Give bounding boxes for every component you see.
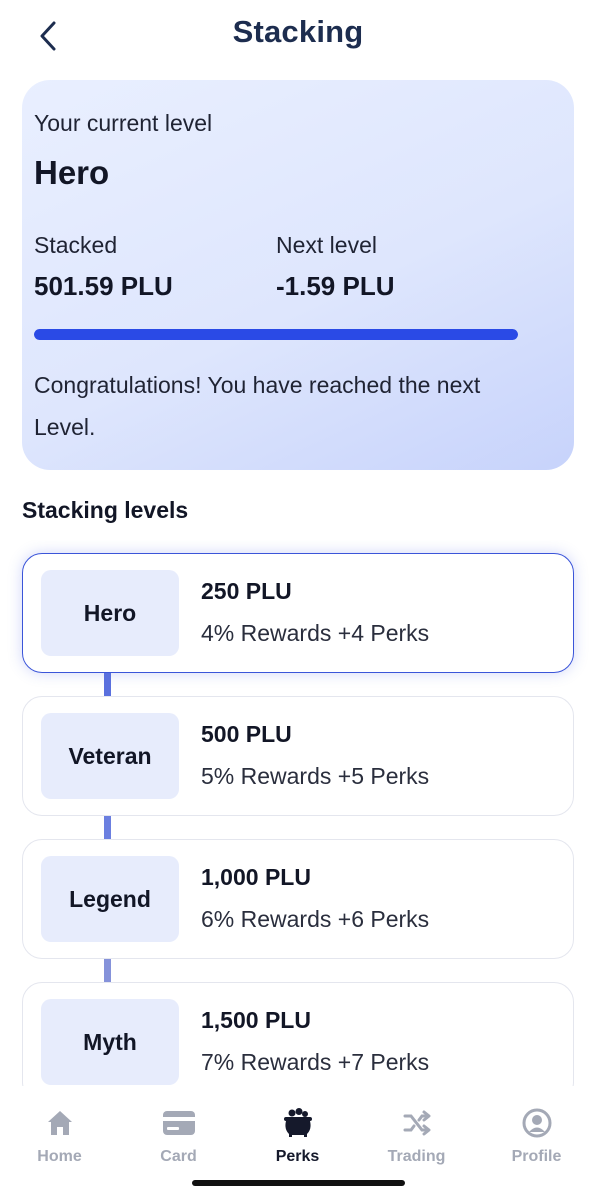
- tab-trading[interactable]: Trading: [357, 1106, 476, 1166]
- level-row-legend[interactable]: Legend 1,000 PLU 6% Rewards +6 Perks: [22, 839, 574, 959]
- level-badge: Legend: [41, 856, 179, 942]
- tab-home[interactable]: Home: [0, 1106, 119, 1166]
- level-badge: Myth: [41, 999, 179, 1085]
- stacked-value: 501.59 PLU: [34, 271, 173, 301]
- level-progress-bar: [34, 329, 518, 340]
- current-level-caption: Your current level: [34, 110, 213, 136]
- stacking-levels-list: Hero 250 PLU 4% Rewards +4 Perks Veteran…: [0, 540, 596, 1086]
- level-rewards: 7% Rewards +7 Perks: [201, 1049, 430, 1075]
- stacked-block: Stacked 501.59 PLU: [34, 232, 173, 302]
- level-amount: 250 PLU: [201, 578, 292, 604]
- level-rewards: 4% Rewards +4 Perks: [201, 620, 430, 646]
- tab-label: Trading: [387, 1148, 446, 1165]
- congratulations-message: Congratulations! You have reached the ne…: [34, 372, 481, 440]
- level-amount: 1,000 PLU: [201, 864, 311, 890]
- home-indicator: [192, 1180, 405, 1186]
- home-icon: [47, 1111, 72, 1135]
- tab-profile[interactable]: Profile: [477, 1106, 596, 1166]
- level-progress-fill: [34, 329, 518, 340]
- level-badge: Hero: [41, 570, 179, 656]
- level-badge: Veteran: [41, 713, 179, 799]
- tab-label: Perks: [275, 1148, 320, 1165]
- next-level-value: -1.59 PLU: [276, 271, 395, 301]
- tab-label: Profile: [511, 1148, 562, 1165]
- current-level-name: Hero: [34, 154, 110, 191]
- level-row-hero[interactable]: Hero 250 PLU 4% Rewards +4 Perks: [22, 553, 574, 673]
- header: Stacking: [0, 0, 596, 72]
- tab-label: Home: [37, 1148, 82, 1165]
- level-amount: 1,500 PLU: [201, 1007, 311, 1033]
- page-title: Stacking: [232, 14, 364, 49]
- level-row-myth[interactable]: Myth 1,500 PLU 7% Rewards +7 Perks: [22, 982, 574, 1086]
- tab-label: Card: [160, 1148, 197, 1165]
- level-rewards: 6% Rewards +6 Perks: [201, 906, 430, 932]
- tab-perks[interactable]: Perks: [238, 1106, 357, 1166]
- profile-icon: [522, 1108, 551, 1138]
- stacked-label: Stacked: [34, 232, 118, 258]
- tab-card[interactable]: Card: [119, 1106, 238, 1166]
- shuffle-icon: [403, 1110, 430, 1136]
- level-row-veteran[interactable]: Veteran 500 PLU 5% Rewards +5 Perks: [22, 696, 574, 816]
- perks-pot-icon: [283, 1108, 312, 1137]
- next-level-block: Next level -1.59 PLU: [276, 232, 395, 302]
- next-level-label: Next level: [276, 232, 377, 258]
- level-amount: 500 PLU: [201, 721, 292, 747]
- level-rewards: 5% Rewards +5 Perks: [201, 763, 430, 789]
- card-icon: [162, 1111, 195, 1135]
- stacking-levels-title: Stacking levels: [22, 497, 189, 523]
